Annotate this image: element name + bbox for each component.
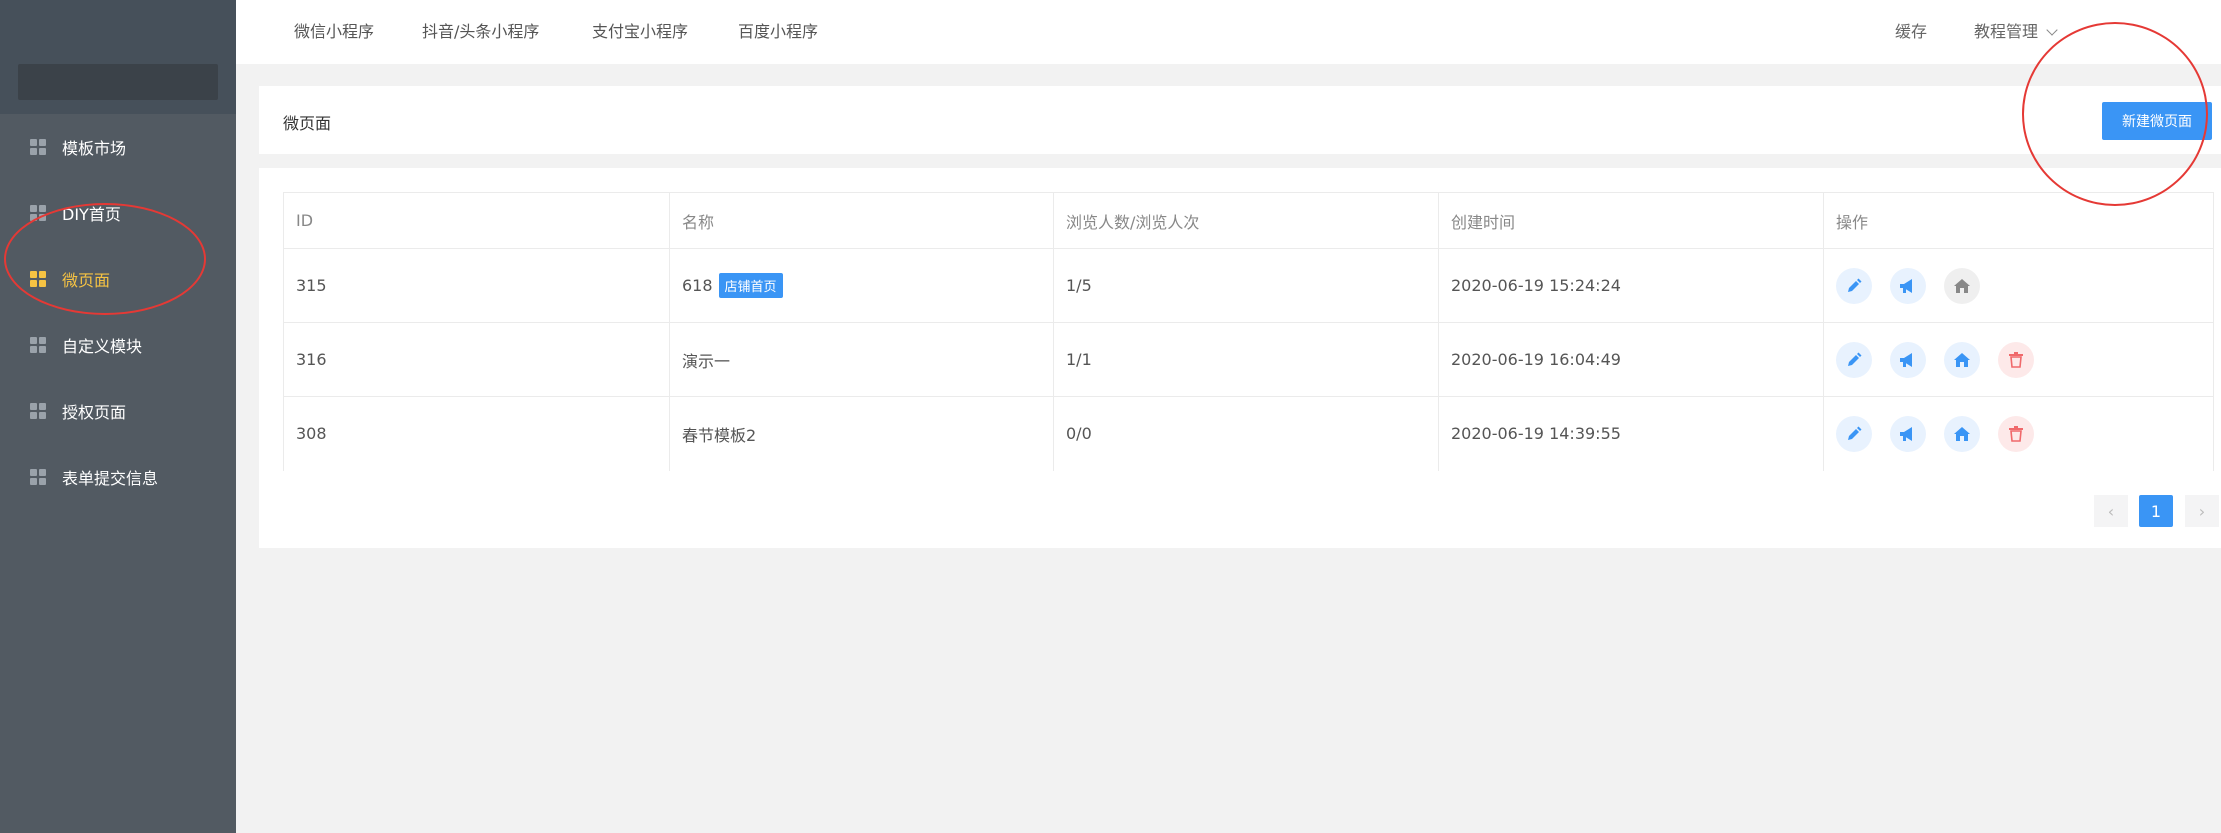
sidebar-item-template-market[interactable]: 模板市场 — [0, 114, 236, 180]
grid-icon — [30, 139, 46, 155]
store-home-badge: 店铺首页 — [718, 273, 783, 298]
sidebar-item-form-submissions[interactable]: 表单提交信息 — [0, 444, 236, 510]
cell-created: 2020-06-19 16:04:49 — [1438, 322, 1824, 397]
annotation-circle-new-button — [2022, 22, 2208, 206]
table-row: 316 演示一 1/1 2020-06-19 16:04:49 — [283, 322, 2214, 397]
pagination-next-button[interactable]: › — [2185, 495, 2219, 527]
page-name: 618 — [682, 276, 713, 295]
micro-page-table-card: ID 名称 浏览人数/浏览人次 创建时间 操作 315 618 店铺首页 1/5 … — [259, 168, 2221, 548]
table-row: 308 春节模板2 0/0 2020-06-19 14:39:55 — [283, 396, 2214, 471]
tab-wechat-miniprogram[interactable]: 微信小程序 — [294, 18, 374, 42]
grid-icon — [30, 337, 46, 353]
tutorial-menu-label: 教程管理 — [1974, 22, 2039, 41]
cell-actions — [1823, 322, 2214, 397]
cache-link[interactable]: 缓存 — [1895, 18, 1927, 42]
cell-views: 1/5 — [1053, 248, 1439, 323]
cell-views: 1/1 — [1053, 322, 1439, 397]
logo-placeholder — [18, 64, 218, 100]
table-row: 315 618 店铺首页 1/5 2020-06-19 15:24:24 — [283, 248, 2214, 323]
delete-icon[interactable] — [1998, 415, 2034, 452]
sidebar-item-label: 表单提交信息 — [62, 469, 159, 488]
column-header-actions: 操作 — [1823, 192, 2214, 249]
promote-icon[interactable] — [1890, 415, 1926, 452]
sidebar-item-label: 自定义模块 — [62, 337, 143, 356]
cell-actions — [1823, 396, 2214, 471]
home-icon[interactable] — [1944, 267, 1980, 304]
chevron-down-icon — [2046, 24, 2058, 36]
annotation-circle-menu-item — [4, 203, 206, 315]
cell-created: 2020-06-19 14:39:55 — [1438, 396, 1824, 471]
tab-baidu-miniprogram[interactable]: 百度小程序 — [738, 18, 818, 42]
sidebar: 模板市场 DIY首页 微页面 自定义模块 授权页面 表单提交信息 — [0, 0, 236, 833]
cell-created: 2020-06-19 15:24:24 — [1438, 248, 1824, 323]
tutorial-menu[interactable]: 教程管理 — [1974, 18, 2058, 42]
edit-icon[interactable] — [1836, 341, 1872, 378]
sidebar-item-custom-module[interactable]: 自定义模块 — [0, 312, 236, 378]
table-header-row: ID 名称 浏览人数/浏览人次 创建时间 操作 — [283, 192, 2214, 249]
home-icon[interactable] — [1944, 341, 1980, 378]
cell-id: 315 — [283, 248, 670, 323]
cell-id: 308 — [283, 396, 670, 471]
top-nav: 微信小程序 抖音/头条小程序 支付宝小程序 百度小程序 缓存 教程管理 — [236, 0, 2221, 64]
home-icon[interactable] — [1944, 415, 1980, 452]
cell-name: 演示一 — [669, 322, 1054, 397]
promote-icon[interactable] — [1890, 267, 1926, 304]
cell-actions — [1823, 248, 2214, 323]
page-title: 微页面 — [283, 114, 332, 133]
pagination-prev-button[interactable]: ‹ — [2094, 495, 2128, 527]
micro-page-table: ID 名称 浏览人数/浏览人次 创建时间 操作 315 618 店铺首页 1/5 … — [283, 192, 2214, 471]
column-header-name: 名称 — [669, 192, 1054, 249]
sidebar-header — [0, 0, 236, 114]
tab-alipay-miniprogram[interactable]: 支付宝小程序 — [592, 18, 688, 42]
tab-douyin-miniprogram[interactable]: 抖音/头条小程序 — [422, 18, 539, 42]
edit-icon[interactable] — [1836, 267, 1872, 304]
column-header-created: 创建时间 — [1438, 192, 1824, 249]
column-header-views: 浏览人数/浏览人次 — [1053, 192, 1439, 249]
pagination-page-1[interactable]: 1 — [2139, 495, 2173, 527]
cell-id: 316 — [283, 322, 670, 397]
sidebar-item-label: 授权页面 — [62, 403, 127, 422]
grid-icon — [30, 469, 46, 485]
edit-icon[interactable] — [1836, 415, 1872, 452]
cell-views: 0/0 — [1053, 396, 1439, 471]
column-header-id: ID — [283, 192, 670, 249]
delete-icon[interactable] — [1998, 341, 2034, 378]
page-header: 微页面 新建微页面 — [259, 86, 2221, 154]
sidebar-item-auth-page[interactable]: 授权页面 — [0, 378, 236, 444]
cell-name: 春节模板2 — [669, 396, 1054, 471]
promote-icon[interactable] — [1890, 341, 1926, 378]
cell-name: 618 店铺首页 — [669, 248, 1054, 323]
grid-icon — [30, 403, 46, 419]
sidebar-item-label: 模板市场 — [62, 139, 127, 158]
